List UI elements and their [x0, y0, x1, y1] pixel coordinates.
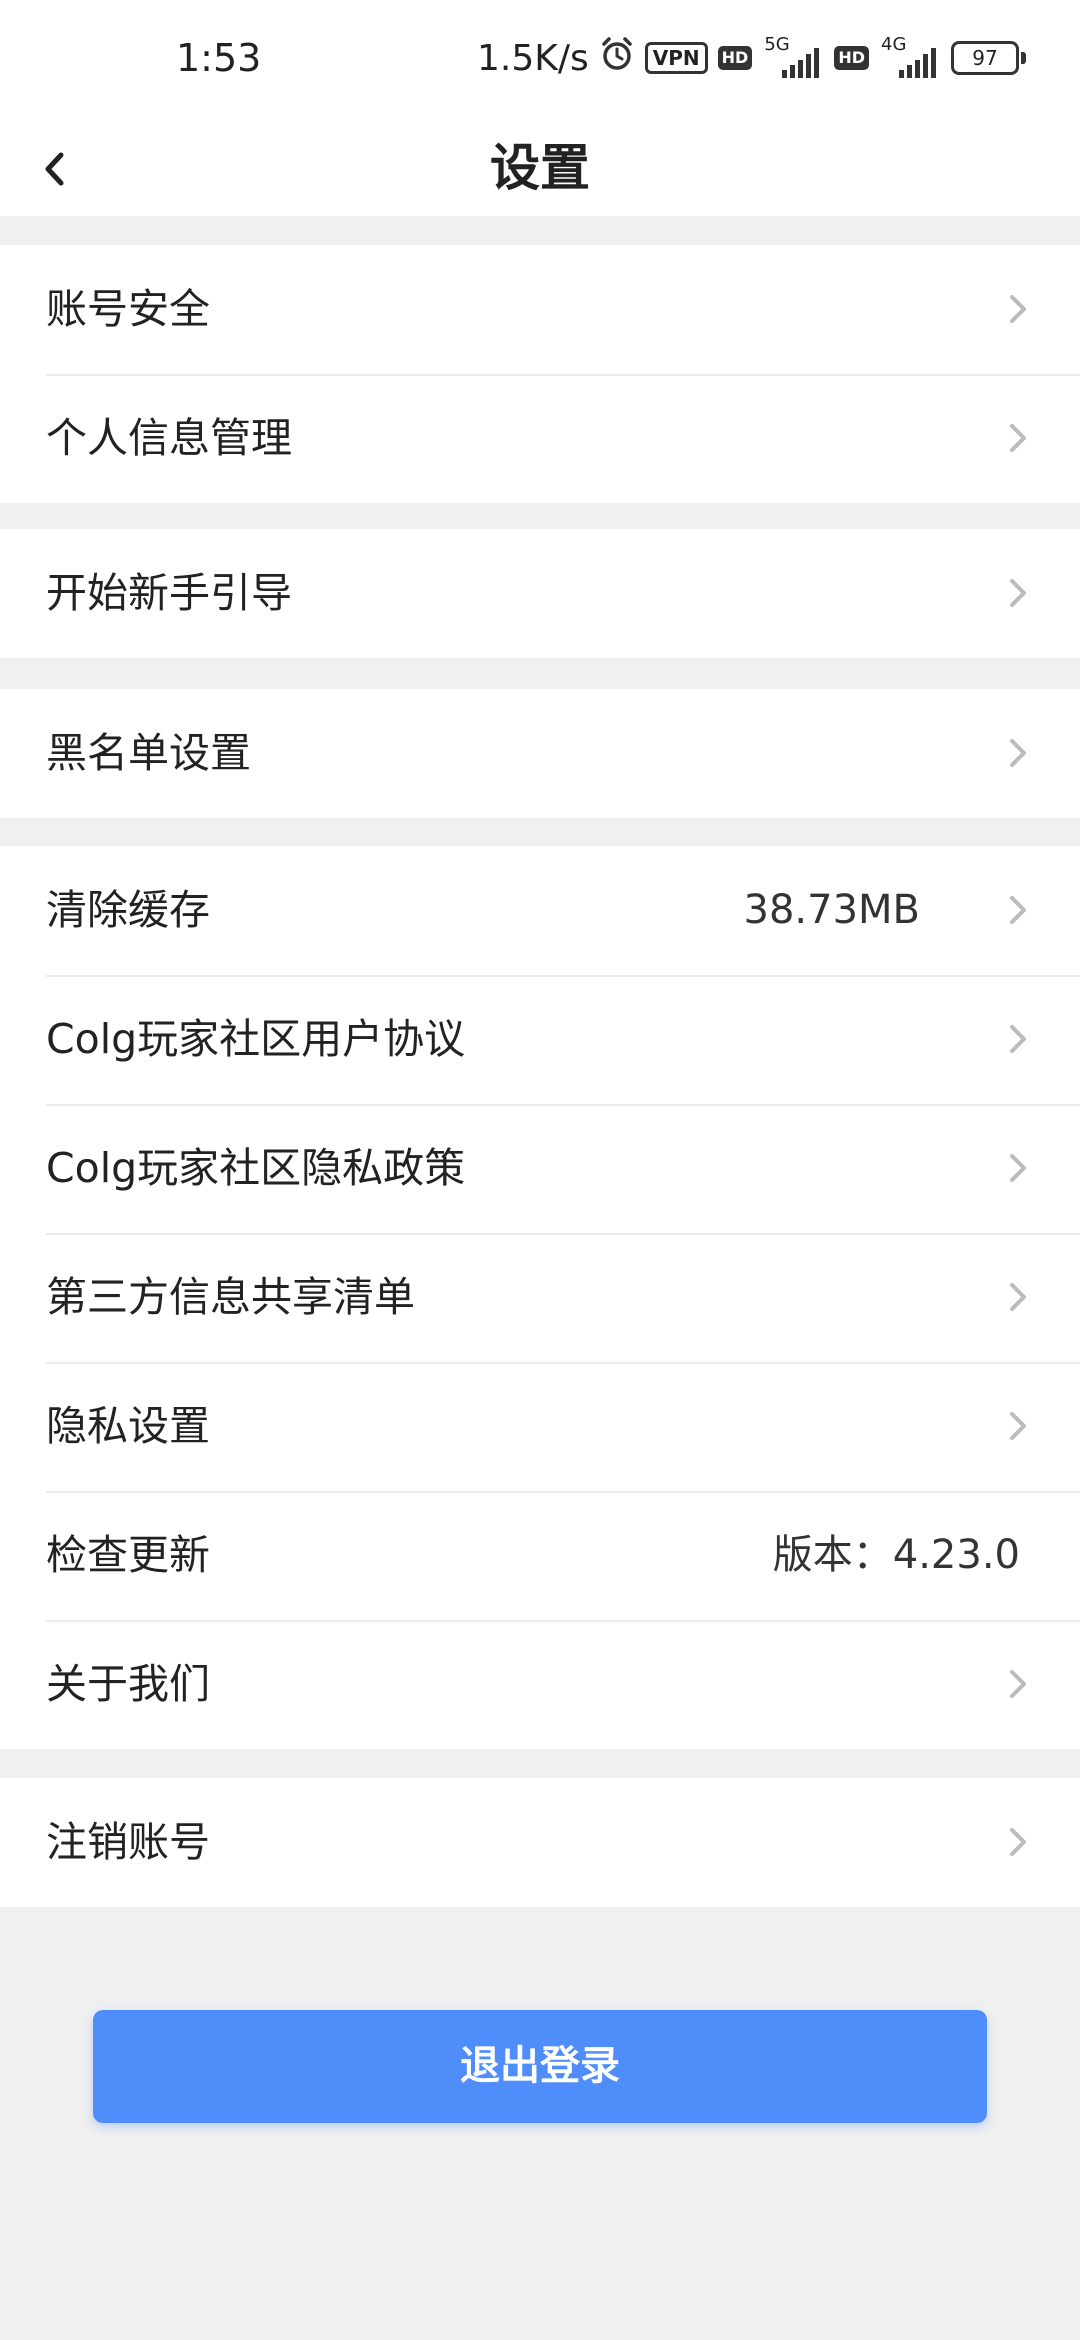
battery-icon: 97: [951, 41, 1026, 75]
settings-item-label: 开始新手引导: [46, 569, 292, 617]
settings-item-label: 清除缓存: [46, 886, 210, 934]
chevron-right-icon: [1010, 1670, 1026, 1698]
logout-button[interactable]: 退出登录: [93, 2010, 987, 2123]
settings-group-general: 清除缓存 38.73MB Colg玩家社区用户协议 Colg玩家社区隐私政策 第…: [0, 846, 1080, 1749]
hd-icon: HD: [717, 46, 753, 70]
alarm-icon: [599, 36, 635, 81]
settings-item-third-party-sharing[interactable]: 第三方信息共享清单: [0, 1233, 1080, 1362]
chevron-right-icon: [1010, 1025, 1026, 1053]
status-icons: 1.5K/s VPN HD 5G HD 4G 97: [477, 34, 1026, 82]
settings-item-deactivate-account[interactable]: 注销账号: [0, 1778, 1080, 1907]
settings-group-blacklist: 黑名单设置: [0, 689, 1080, 818]
settings-item-label: Colg玩家社区用户协议: [46, 1015, 466, 1063]
settings-item-label: 第三方信息共享清单: [46, 1273, 415, 1321]
status-bar: 1:53 1.5K/s VPN HD 5G HD 4G 97: [0, 0, 1080, 120]
settings-group-account: 账号安全 个人信息管理: [0, 245, 1080, 503]
chevron-right-icon: [1010, 1828, 1026, 1856]
settings-item-label: 黑名单设置: [46, 729, 251, 777]
vpn-icon: VPN: [644, 42, 708, 74]
settings-item-label: 检查更新: [46, 1531, 210, 1579]
chevron-right-icon: [1010, 1154, 1026, 1182]
settings-group-deactivate: 注销账号: [0, 1778, 1080, 1907]
chevron-right-icon: [1010, 896, 1026, 924]
settings-item-user-agreement[interactable]: Colg玩家社区用户协议: [0, 975, 1080, 1104]
settings-item-label: 注销账号: [46, 1818, 210, 1866]
settings-item-check-update[interactable]: 检查更新 版本：4.23.0: [0, 1491, 1080, 1620]
cache-size-value: 38.73MB: [743, 887, 920, 933]
settings-item-beginner-guide[interactable]: 开始新手引导: [0, 529, 1080, 658]
settings-item-clear-cache[interactable]: 清除缓存 38.73MB: [0, 846, 1080, 975]
settings-item-privacy-settings[interactable]: 隐私设置: [0, 1362, 1080, 1491]
settings-item-label: 账号安全: [46, 285, 210, 333]
settings-item-label: 个人信息管理: [46, 414, 292, 462]
settings-item-label: 关于我们: [46, 1660, 210, 1708]
net-speed: 1.5K/s: [477, 37, 589, 79]
settings-item-personal-info[interactable]: 个人信息管理: [0, 374, 1080, 503]
chevron-right-icon: [1010, 1283, 1026, 1311]
battery-level: 97: [951, 41, 1019, 75]
settings-item-label: Colg玩家社区隐私政策: [46, 1144, 466, 1192]
page-title: 设置: [490, 139, 590, 197]
settings-item-about-us[interactable]: 关于我们: [0, 1620, 1080, 1749]
chevron-right-icon: [1010, 424, 1026, 452]
version-value: 版本：4.23.0: [772, 1532, 1020, 1578]
settings-group-guide: 开始新手引导: [0, 529, 1080, 658]
settings-item-blacklist[interactable]: 黑名单设置: [0, 689, 1080, 818]
settings-item-label: 隐私设置: [46, 1402, 210, 1450]
status-time: 1:53: [176, 36, 262, 80]
chevron-right-icon: [1010, 295, 1026, 323]
chevron-right-icon: [1010, 579, 1026, 607]
signal-icon: 5G: [762, 34, 824, 78]
hd-icon: HD: [834, 46, 869, 70]
chevron-right-icon: [1010, 739, 1026, 767]
settings-item-account-security[interactable]: 账号安全: [0, 245, 1080, 374]
settings-item-privacy-policy[interactable]: Colg玩家社区隐私政策: [0, 1104, 1080, 1233]
chevron-right-icon: [1010, 1412, 1026, 1440]
nav-header: 设置: [0, 120, 1080, 216]
signal-icon: 4G: [879, 34, 941, 78]
